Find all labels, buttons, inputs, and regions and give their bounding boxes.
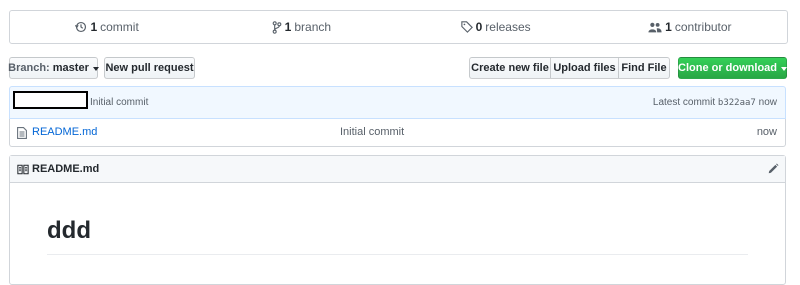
latest-commit-info: Latest commit b322aa7 now <box>653 97 777 108</box>
file-name-link[interactable]: README.md <box>32 126 97 138</box>
file-table: README.md Initial commit now <box>9 119 786 147</box>
history-icon <box>75 21 87 33</box>
releases-label: releases <box>485 20 531 34</box>
readme-heading: ddd <box>47 217 91 244</box>
commit-sha-link[interactable]: b322aa7 <box>718 98 756 108</box>
branch-name: master <box>52 62 89 74</box>
branch-prefix: Branch: <box>8 62 50 74</box>
chevron-down-icon <box>92 67 99 71</box>
readme-title: README.md <box>32 163 100 175</box>
chevron-down-icon <box>781 67 787 71</box>
contributors-link[interactable]: 1 contributor <box>593 20 787 34</box>
new-pull-request-button[interactable]: New pull request <box>104 57 195 79</box>
file-actions-group: Create new file Upload files Find File <box>469 57 670 79</box>
branches-label: branch <box>294 20 332 34</box>
heading-divider <box>47 254 748 255</box>
upload-files-button[interactable]: Upload files <box>551 57 619 79</box>
branch-select-button[interactable]: Branch: master <box>8 57 99 79</box>
file-icon <box>17 127 27 142</box>
tag-icon <box>460 21 473 33</box>
file-commit-message-link[interactable]: Initial commit <box>340 126 404 138</box>
pencil-icon[interactable] <box>767 163 779 178</box>
branches-link[interactable]: 1 branch <box>204 20 398 34</box>
people-icon <box>648 22 662 33</box>
create-new-file-button[interactable]: Create new file <box>469 57 551 79</box>
repo-summary-bar: 1 commit 1 branch 0 releases 1 contribut… <box>9 10 788 44</box>
commit-message-link[interactable]: Initial commit <box>90 97 148 108</box>
commit-tease: Initial commit Latest commit b322aa7 now <box>9 86 786 119</box>
readme-container: README.md ddd <box>9 155 786 285</box>
releases-count: 0 <box>475 20 483 34</box>
find-file-button[interactable]: Find File <box>619 57 670 79</box>
clone-label: Clone or download <box>678 62 777 74</box>
commits-count: 1 <box>90 20 98 34</box>
contributors-label: contributor <box>674 20 732 34</box>
clone-or-download-button[interactable]: Clone or download <box>678 57 787 79</box>
branches-count: 1 <box>284 20 292 34</box>
contributors-count: 1 <box>665 20 672 34</box>
redacted-author <box>13 91 88 109</box>
commit-age: now <box>758 97 777 108</box>
file-age: now <box>756 126 777 138</box>
commits-label: commit <box>100 20 139 34</box>
releases-link[interactable]: 0 releases <box>399 20 593 34</box>
commits-link[interactable]: 1 commit <box>10 20 204 34</box>
readme-header: README.md <box>10 156 785 183</box>
branch-icon <box>272 20 282 34</box>
latest-commit-label: Latest commit <box>652 97 716 108</box>
book-icon <box>17 164 29 178</box>
